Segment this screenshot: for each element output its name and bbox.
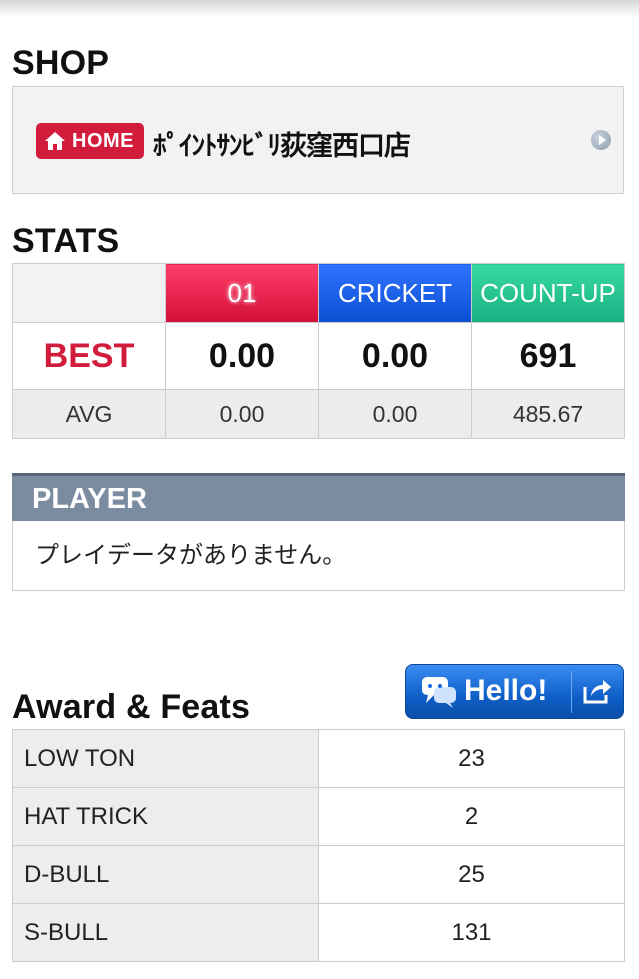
arrow-right-icon bbox=[591, 130, 611, 150]
avg-01: 0.00 bbox=[165, 389, 319, 439]
best-label: BEST bbox=[12, 322, 166, 390]
avg-countup: 485.67 bbox=[471, 389, 625, 439]
share-icon bbox=[583, 680, 611, 704]
award-row: S-BULL 131 bbox=[12, 903, 625, 962]
award-value: 25 bbox=[318, 845, 625, 904]
award-row: D-BULL 25 bbox=[12, 845, 625, 904]
stats-best-row: BEST 0.00 0.00 691 bbox=[12, 322, 625, 390]
award-value: 2 bbox=[318, 787, 625, 846]
shop-name: ﾎﾟｲﾝﾄｻﾝﾋﾞﾘ荻窪西口店 bbox=[153, 131, 411, 162]
best-cricket: 0.00 bbox=[318, 322, 472, 390]
awards-table: LOW TON 23 HAT TRICK 2 D-BULL 25 S-BULL … bbox=[12, 729, 625, 962]
stats-col-cricket: CRICKET bbox=[318, 263, 472, 323]
stats-table: 01 CRICKET COUNT-UP BEST 0.00 0.00 691 A… bbox=[12, 263, 625, 439]
chat-bubble-icon bbox=[422, 677, 456, 708]
best-01: 0.00 bbox=[165, 322, 319, 390]
best-countup: 691 bbox=[471, 322, 625, 390]
shop-section-title: SHOP bbox=[12, 44, 110, 82]
home-badge-label: HOME bbox=[72, 129, 134, 152]
top-gradient-bar bbox=[0, 0, 639, 18]
award-value: 131 bbox=[318, 903, 625, 962]
award-row: LOW TON 23 bbox=[12, 729, 625, 788]
stats-header-row: 01 CRICKET COUNT-UP bbox=[12, 263, 625, 323]
avg-cricket: 0.00 bbox=[318, 389, 472, 439]
awards-section-title: Award & Feats bbox=[12, 688, 251, 726]
house-icon bbox=[45, 132, 65, 150]
award-name: D-BULL bbox=[12, 845, 319, 904]
stats-header-blank bbox=[12, 263, 166, 323]
award-value: 23 bbox=[318, 729, 625, 788]
stats-col-01: 01 bbox=[165, 263, 319, 323]
hello-button-divider bbox=[571, 671, 572, 713]
home-badge: HOME bbox=[36, 123, 144, 159]
hello-share-button[interactable]: Hello! bbox=[405, 664, 624, 719]
award-row: HAT TRICK 2 bbox=[12, 787, 625, 846]
player-empty-message: プレイデータがありません。 bbox=[12, 521, 625, 591]
stats-col-countup: COUNT-UP bbox=[471, 263, 625, 323]
player-section-header: PLAYER bbox=[12, 473, 625, 521]
award-name: HAT TRICK bbox=[12, 787, 319, 846]
avg-label: AVG bbox=[12, 389, 166, 439]
award-name: S-BULL bbox=[12, 903, 319, 962]
stats-section-title: STATS bbox=[12, 222, 120, 260]
stats-avg-row: AVG 0.00 0.00 485.67 bbox=[12, 389, 625, 439]
shop-link[interactable]: HOME ﾎﾟｲﾝﾄｻﾝﾋﾞﾘ荻窪西口店 bbox=[12, 86, 624, 194]
hello-button-label: Hello! bbox=[464, 674, 548, 707]
award-name: LOW TON bbox=[12, 729, 319, 788]
